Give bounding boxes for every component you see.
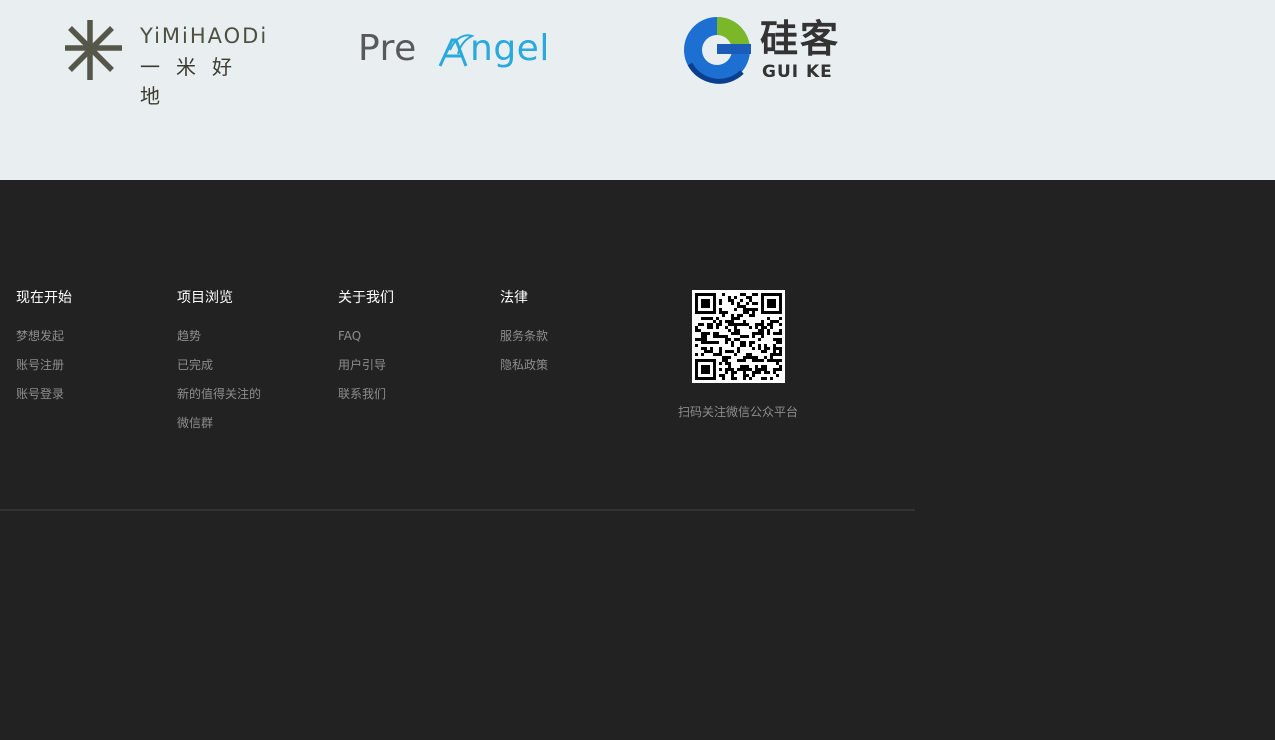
preangel-pre-text: Pre: [358, 28, 417, 69]
footer-column-title: 现在开始: [16, 290, 72, 306]
footer-column-about-us: 关于我们 FAQ 用户引导 联系我们: [338, 288, 488, 414]
footer-column-title: 项目浏览: [177, 290, 233, 306]
partner-logo-yimihaodi[interactable]: YiMiHAODi 一米好地: [62, 18, 269, 108]
guike-chinese-name: 硅客: [760, 17, 841, 61]
qr-caption: 扫码关注微信公众平台: [677, 405, 798, 419]
guike-g-logo-icon: [684, 17, 751, 84]
footer-link-new-noteworthy[interactable]: 新的值得关注的: [177, 385, 327, 403]
footer-link-wechat-group[interactable]: 微信群: [177, 414, 327, 432]
partner-logo-guike[interactable]: 硅客 GUI KE: [682, 14, 858, 86]
footer-divider: [0, 509, 915, 511]
guike-wordmark: GUI KE: [762, 62, 833, 82]
footer-column-get-started: 现在开始 梦想发起 账号注册 账号登录: [16, 288, 166, 414]
footer-column-title: 关于我们: [338, 290, 394, 306]
yimihaodi-chinese-name: 一米好地: [140, 55, 248, 108]
footer-link-register[interactable]: 账号注册: [16, 356, 166, 374]
partner-logo-preangel[interactable]: Pre ngel: [358, 26, 578, 74]
footer-link-contact-us[interactable]: 联系我们: [338, 385, 488, 403]
yimihaodi-wordmark: YiMiHAODi: [140, 24, 269, 48]
qr-code-icon: [692, 290, 785, 383]
footer-link-privacy-policy[interactable]: 隐私政策: [500, 356, 650, 374]
footer-column-title: 法律: [500, 290, 528, 306]
footer-link-terms-of-service[interactable]: 服务条款: [500, 327, 650, 345]
footer-link-trending[interactable]: 趋势: [177, 327, 327, 345]
partners-strip: YiMiHAODi 一米好地 Pre ngel 硅客 GUI KE: [0, 0, 1275, 180]
yimihaodi-logo-mark-icon: [65, 20, 122, 80]
footer-link-start-dream[interactable]: 梦想发起: [16, 327, 166, 345]
footer-link-user-guide[interactable]: 用户引导: [338, 356, 488, 374]
preangel-angel-text: ngel: [470, 28, 550, 69]
footer-link-faq[interactable]: FAQ: [338, 327, 488, 345]
footer-link-completed[interactable]: 已完成: [177, 356, 327, 374]
footer-column-browse-projects: 项目浏览 趋势 已完成 新的值得关注的 微信群: [177, 288, 327, 443]
footer-link-login[interactable]: 账号登录: [16, 385, 166, 403]
footer-column-legal: 法律 服务条款 隐私政策: [500, 288, 650, 385]
